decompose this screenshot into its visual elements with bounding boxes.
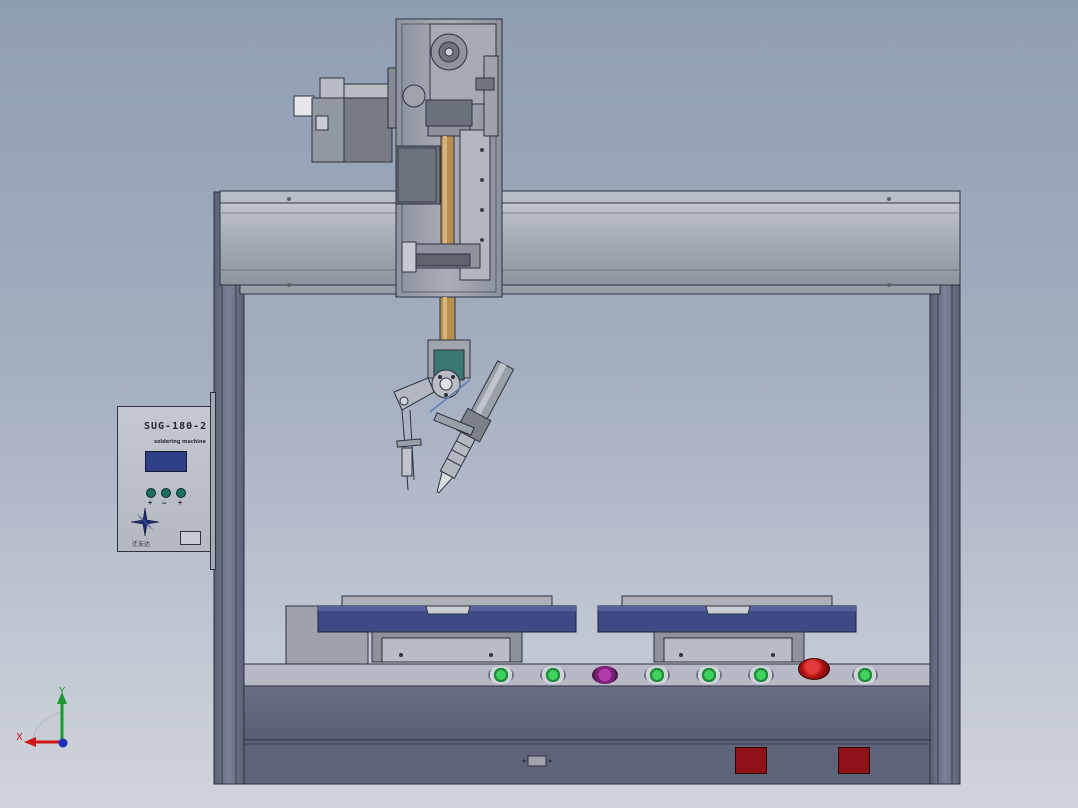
base-button-2[interactable] <box>540 666 566 684</box>
soldering-machine-model <box>213 18 961 785</box>
gantry-beam <box>219 190 961 295</box>
z-axis-motor <box>293 67 401 163</box>
compass-logo-icon <box>130 507 160 537</box>
z-axis-carriage <box>395 18 503 298</box>
lcd-display <box>145 451 187 472</box>
panel-subtitle: soldering machine <box>154 439 206 445</box>
panel-button-2[interactable] <box>161 488 171 498</box>
base-button-4[interactable] <box>644 666 670 684</box>
brand-mark: 迁友达 <box>132 541 151 548</box>
controller-box: SUG-180-2 soldering machine + – + 迁友达 <box>117 406 213 552</box>
triad-x-label: X <box>16 732 23 743</box>
power-switch[interactable] <box>180 531 201 545</box>
left-work-fixture <box>285 595 577 669</box>
emergency-stop-button[interactable] <box>798 658 830 680</box>
triad-y-label: Y <box>59 686 66 697</box>
base-button-6[interactable] <box>748 666 774 684</box>
panel-button-1[interactable] <box>146 488 156 498</box>
triad-icon <box>24 692 68 748</box>
base-button-1[interactable] <box>488 666 514 684</box>
soldering-head-assembly <box>393 296 515 494</box>
view-triad: Y X <box>14 682 84 754</box>
base-cabinet <box>243 663 931 785</box>
base-indicator-left <box>735 747 767 774</box>
controller-mount-strip <box>210 392 216 570</box>
base-button-8[interactable] <box>852 666 878 684</box>
panel-button-3[interactable] <box>176 488 186 498</box>
panel-button-2-label: – <box>162 499 167 507</box>
panel-button-1-label: + <box>148 499 153 507</box>
base-button-5[interactable] <box>696 666 722 684</box>
model-label: SUG-180-2 <box>144 421 208 432</box>
panel-button-3-label: + <box>178 499 183 507</box>
base-indicator-right <box>838 747 870 774</box>
right-work-fixture <box>597 595 857 663</box>
base-button-3-purple[interactable] <box>592 666 618 684</box>
